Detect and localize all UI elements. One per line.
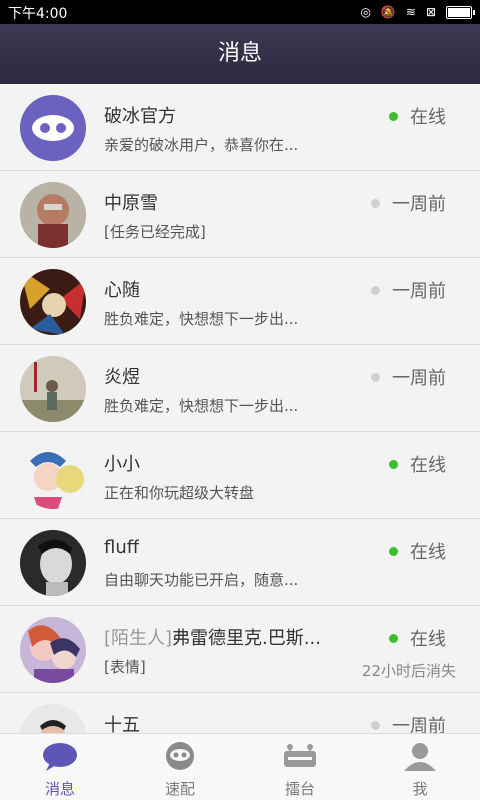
presence-label: 在线 bbox=[410, 542, 446, 563]
avatar[interactable] bbox=[20, 530, 86, 596]
message-item[interactable]: 心随 胜负难定，快想想下一步出... 一周前 bbox=[0, 258, 480, 345]
battery-icon bbox=[446, 5, 475, 19]
message-item[interactable]: 炎煜 胜负难定，快想想下一步出... 一周前 bbox=[0, 345, 480, 432]
presence-status: 一周前 bbox=[371, 712, 446, 734]
mask-icon bbox=[166, 742, 194, 770]
offline-dot-icon bbox=[371, 372, 380, 382]
profile-icon bbox=[404, 743, 436, 771]
contact-name: 破冰官方 bbox=[104, 106, 176, 127]
tab-label: 我 bbox=[412, 780, 428, 798]
tab-label: 速配 bbox=[164, 780, 195, 798]
offline-dot-icon bbox=[371, 720, 380, 730]
header-bar: 消息 bbox=[0, 24, 480, 84]
offline-dot-icon bbox=[371, 285, 380, 295]
presence-label: 一周前 bbox=[392, 281, 446, 302]
chat-bubble-icon bbox=[43, 743, 77, 771]
message-preview: 亲爱的破冰用户，恭喜你在... bbox=[104, 136, 299, 154]
presence-label: 一周前 bbox=[392, 194, 446, 215]
contact-name: 中原雪 bbox=[104, 193, 158, 214]
page-title: 消息 bbox=[217, 41, 262, 66]
bottom-tab-bar: 消息 速配 擂台 我 bbox=[0, 733, 480, 800]
presence-status: 一周前 bbox=[371, 277, 446, 303]
presence-label: 在线 bbox=[410, 629, 446, 650]
tab-label: 擂台 bbox=[284, 780, 315, 798]
presence-status: 一周前 bbox=[371, 364, 446, 390]
sim-icon: ⊠ bbox=[425, 5, 436, 19]
avatar[interactable] bbox=[20, 356, 86, 422]
message-item[interactable]: 中原雪 [任务已经完成] 一周前 bbox=[0, 171, 480, 258]
tab-label: 消息 bbox=[44, 780, 75, 798]
tab-messages[interactable]: 消息 bbox=[0, 734, 120, 800]
message-preview: [任务已经完成] bbox=[104, 223, 206, 241]
presence-status: 在线 bbox=[389, 451, 446, 477]
message-item[interactable]: 十五 一周前 bbox=[0, 693, 480, 734]
presence-label: 在线 bbox=[410, 455, 446, 476]
message-item[interactable]: 小小 正在和你玩超级大转盘 在线 bbox=[0, 432, 480, 519]
contact-name: 心随 bbox=[104, 280, 140, 301]
presence-status: 一周前 bbox=[371, 190, 446, 216]
status-time: 下午4:00 bbox=[8, 6, 68, 22]
contact-name: 小小 bbox=[104, 454, 140, 475]
offline-dot-icon bbox=[371, 198, 380, 208]
presence-label: 在线 bbox=[410, 107, 446, 128]
contact-name: 炎煜 bbox=[104, 367, 140, 388]
presence-label: 一周前 bbox=[392, 716, 446, 734]
message-list[interactable]: 破冰官方 亲爱的破冰用户，恭喜你在... 在线 中原雪 [任务已经完成] 一周前 bbox=[0, 84, 480, 734]
message-item[interactable]: fluff 自由聊天功能已开启，随意... 在线 bbox=[0, 519, 480, 606]
message-preview: 正在和你玩超级大转盘 bbox=[104, 484, 255, 502]
status-bar: 下午4:00 ◎ 🔕 ≋ ⊠ bbox=[0, 0, 480, 24]
tab-match[interactable]: 速配 bbox=[120, 734, 240, 800]
avatar[interactable] bbox=[20, 704, 86, 734]
presence-status: 在线 bbox=[389, 625, 446, 651]
message-preview: [表情] bbox=[104, 658, 146, 676]
avatar[interactable] bbox=[20, 182, 86, 248]
stranger-tag: [陌生人] bbox=[104, 628, 173, 649]
presence-status: 在线 bbox=[389, 103, 446, 129]
status-icons: ◎ 🔕 ≋ ⊠ bbox=[360, 4, 475, 20]
tab-me[interactable]: 我 bbox=[360, 734, 480, 800]
contact-name-text: 弗雷德里克.巴斯... bbox=[172, 628, 321, 649]
avatar[interactable] bbox=[20, 269, 86, 335]
arena-icon bbox=[284, 744, 316, 767]
contact-name: 十五 bbox=[104, 715, 140, 734]
message-preview: 自由聊天功能已开启，随意... bbox=[104, 571, 299, 589]
mute-icon: 🔕 bbox=[380, 5, 396, 19]
message-preview: 胜负难定，快想想下一步出... bbox=[104, 310, 299, 328]
tab-arena[interactable]: 擂台 bbox=[240, 734, 360, 800]
signal-icon: ◎ bbox=[360, 5, 371, 19]
online-dot-icon bbox=[389, 459, 398, 469]
message-item[interactable]: 破冰官方 亲爱的破冰用户，恭喜你在... 在线 bbox=[0, 84, 480, 171]
avatar[interactable] bbox=[20, 95, 86, 161]
presence-status: 在线 bbox=[389, 538, 446, 564]
online-dot-icon bbox=[389, 633, 398, 643]
contact-name: fluff bbox=[104, 537, 140, 558]
expiry-note: 22小时后消失 bbox=[361, 662, 456, 680]
message-item[interactable]: [陌生人]弗雷德里克.巴斯... [表情] 在线 22小时后消失 bbox=[0, 606, 480, 693]
avatar[interactable] bbox=[20, 443, 86, 509]
presence-label: 一周前 bbox=[392, 368, 446, 389]
contact-name: [陌生人]弗雷德里克.巴斯... bbox=[104, 624, 321, 650]
avatar[interactable] bbox=[20, 617, 86, 683]
wifi-icon: ≋ bbox=[405, 5, 416, 19]
online-dot-icon bbox=[389, 111, 398, 121]
online-dot-icon bbox=[389, 546, 398, 556]
message-preview: 胜负难定，快想想下一步出... bbox=[104, 397, 299, 415]
